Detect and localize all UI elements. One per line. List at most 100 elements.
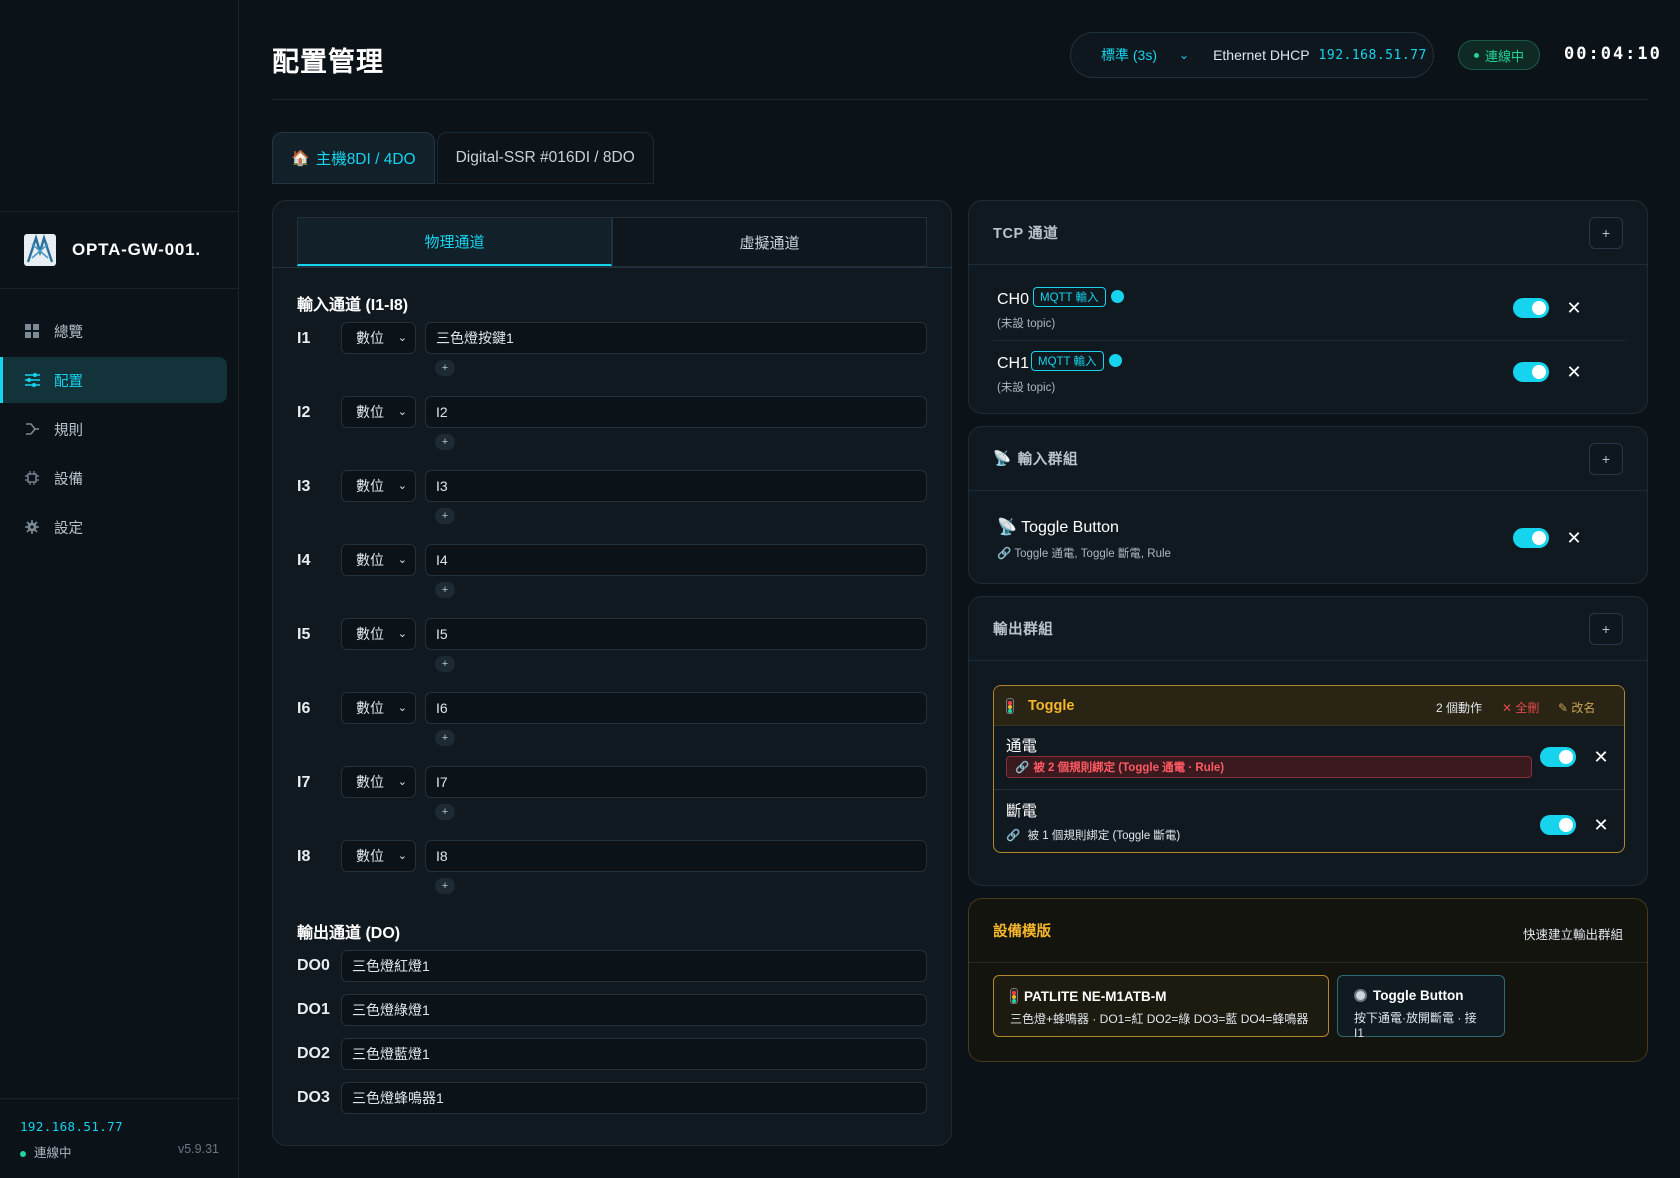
- tcp-channel-name: CH1: [997, 355, 1030, 372]
- input-name-field[interactable]: I2: [425, 396, 927, 428]
- input-group-bindings: 🔗 Toggle 通電, Toggle 斷電, Rule: [997, 545, 1171, 561]
- output-section-title: 輸出通道 (DO): [297, 925, 401, 942]
- sidebar-item-label: 設定: [54, 520, 83, 537]
- input-label: I3: [297, 478, 311, 495]
- add-output-group-button[interactable]: +: [1589, 613, 1623, 645]
- input-type-select[interactable]: 數位 ⌄: [341, 618, 416, 650]
- input-row: I3 數位 ⌄ I3 +: [297, 470, 927, 544]
- card-title: 輸出群組: [993, 622, 1054, 638]
- sidebar-item-config[interactable]: 配置: [0, 357, 227, 403]
- channel-panel: 物理通道 虛擬通道 輸入通道 (I1-I8) I1 數位 ⌄ 三色燈按鍵1 + I2 數位 ⌄…: [272, 200, 952, 1146]
- input-row: I8 數位 ⌄ I8 +: [297, 840, 927, 914]
- device-tabs: 🏠 主機8DI / 4DO Digital-SSR #016DI / 8DO: [272, 132, 656, 184]
- sidebar-item-label: 規則: [54, 422, 83, 439]
- input-type-select[interactable]: 數位 ⌄: [341, 470, 416, 502]
- tab-label: Digital-SSR #016DI / 8DO: [455, 149, 635, 166]
- tcp-enable-toggle[interactable]: [1513, 298, 1549, 318]
- output-name-field[interactable]: 三色燈蜂鳴器1: [341, 1082, 927, 1114]
- input-name-field[interactable]: I3: [425, 470, 927, 502]
- status-badge: 連線中: [1458, 40, 1540, 70]
- quick-create-label: 快速建立輸出群組: [1522, 928, 1623, 942]
- list-item: CH0 MQTT 輸入 (未設 topic) ✕: [993, 277, 1625, 341]
- sidebar-footer: 192.168.51.77 連線中 v5.9.31: [0, 1098, 239, 1178]
- add-button[interactable]: +: [435, 730, 455, 746]
- chevron-down-icon: ⌄: [397, 776, 407, 788]
- input-type-select[interactable]: 數位 ⌄: [341, 396, 416, 428]
- output-label: DO1: [297, 1001, 330, 1018]
- action-name: 斷電: [1006, 803, 1038, 820]
- delete-all-button[interactable]: ✕ 全刪: [1502, 699, 1539, 716]
- input-type-select[interactable]: 數位 ⌄: [341, 544, 416, 576]
- output-name-field[interactable]: 三色燈藍燈1: [341, 1038, 927, 1070]
- output-row: DO0 三色燈紅燈1: [297, 950, 927, 982]
- tcp-enable-toggle[interactable]: [1513, 362, 1549, 382]
- input-name-field[interactable]: I7: [425, 766, 927, 798]
- input-label: I1: [297, 330, 311, 347]
- input-type-select[interactable]: 數位 ⌄: [341, 766, 416, 798]
- close-icon[interactable]: ✕: [1565, 529, 1583, 547]
- input-group-bindings-text: Toggle 通電, Toggle 斷電, Rule: [1014, 548, 1171, 560]
- template-desc: 三色燈+蜂鳴器 · DO1=紅 DO2=綠 DO3=藍 DO4=蜂鳴器: [1010, 1012, 1309, 1026]
- add-button[interactable]: +: [435, 656, 455, 672]
- poll-mode-select[interactable]: 標準 (3s) ⌄: [1101, 45, 1189, 65]
- close-icon[interactable]: ✕: [1565, 299, 1583, 317]
- close-icon[interactable]: ✕: [1565, 363, 1583, 381]
- input-type-select[interactable]: 數位 ⌄: [341, 322, 416, 354]
- chevron-down-icon: ⌄: [397, 628, 407, 640]
- device-template-card: 設備模版 快速建立輸出群組 PATLITE NE-M1ATB-M 三色燈+蜂鳴器…: [968, 898, 1648, 1062]
- input-row: I2 數位 ⌄ I2 +: [297, 396, 927, 470]
- network-mode: Ethernet DHCP: [1213, 47, 1310, 63]
- add-button[interactable]: +: [435, 878, 455, 894]
- binding-warning: 🔗 被 2 個規則綁定 (Toggle 通電 · Rule): [1006, 756, 1532, 778]
- list-item: 斷電 🔗 被 1 個規則綁定 (Toggle 斷電) ✕: [994, 791, 1624, 852]
- add-input-group-button[interactable]: +: [1589, 443, 1623, 475]
- output-name-field[interactable]: 三色燈紅燈1: [341, 950, 927, 982]
- binding-text: 被 1 個規則綁定 (Toggle 斷電): [1027, 830, 1181, 842]
- tcp-channel-card: TCP 通道 + CH0 MQTT 輸入 (未設 topic) ✕ CH1 MQ…: [968, 200, 1648, 414]
- close-icon[interactable]: ✕: [1592, 816, 1610, 834]
- add-button[interactable]: +: [435, 582, 455, 598]
- action-toggle[interactable]: [1540, 815, 1576, 835]
- sidebar-item-label: 設備: [54, 471, 83, 488]
- add-tcp-button[interactable]: +: [1589, 217, 1623, 249]
- input-name-field[interactable]: I8: [425, 840, 927, 872]
- sidebar-item-overview[interactable]: 總覽: [0, 308, 227, 354]
- input-label: I7: [297, 774, 311, 791]
- rename-button[interactable]: ✎ 改名: [1558, 699, 1595, 716]
- chip-icon: [24, 470, 40, 486]
- sidebar-item-rules[interactable]: 規則: [0, 406, 227, 452]
- input-name-field[interactable]: 三色燈按鍵1: [425, 322, 927, 354]
- satellite-icon: 📡: [993, 451, 1012, 467]
- tab-ssr-device[interactable]: Digital-SSR #016DI / 8DO: [436, 132, 654, 184]
- mqtt-badge: MQTT 輸入: [1033, 287, 1106, 307]
- add-button[interactable]: +: [435, 804, 455, 820]
- action-toggle[interactable]: [1540, 747, 1576, 767]
- footer-status: 連線中: [20, 1142, 72, 1161]
- sidebar-item-settings[interactable]: 設定: [0, 504, 227, 550]
- page-title: 配置管理: [272, 47, 384, 77]
- template-patlite[interactable]: PATLITE NE-M1ATB-M 三色燈+蜂鳴器 · DO1=紅 DO2=綠…: [993, 975, 1329, 1037]
- sidebar-item-devices[interactable]: 設備: [0, 455, 227, 501]
- input-type-select[interactable]: 數位 ⌄: [341, 692, 416, 724]
- close-icon[interactable]: ✕: [1592, 748, 1610, 766]
- list-item: 通電 🔗 被 2 個規則綁定 (Toggle 通電 · Rule) ✕: [994, 726, 1624, 790]
- card-title: TCP 通道: [993, 226, 1059, 242]
- chevron-down-icon: ⌄: [397, 702, 407, 714]
- input-label: I2: [297, 404, 311, 421]
- input-type-select[interactable]: 數位 ⌄: [341, 840, 416, 872]
- add-button[interactable]: +: [435, 508, 455, 524]
- template-toggle-button[interactable]: Toggle Button 按下通電·放開斷電 · 接 I1: [1337, 975, 1505, 1040]
- tab-virtual-channels[interactable]: 虛擬通道: [612, 217, 927, 266]
- tab-main-device[interactable]: 🏠 主機8DI / 4DO: [272, 132, 435, 184]
- input-group-toggle[interactable]: [1513, 528, 1549, 548]
- add-button[interactable]: +: [435, 434, 455, 450]
- add-button[interactable]: +: [435, 360, 455, 376]
- tab-physical-channels[interactable]: 物理通道: [297, 217, 612, 266]
- input-name-field[interactable]: I4: [425, 544, 927, 576]
- input-name-field[interactable]: I5: [425, 618, 927, 650]
- footer-ip: 192.168.51.77: [20, 1119, 124, 1134]
- mqtt-badge: MQTT 輸入: [1031, 351, 1104, 371]
- input-name-field[interactable]: I6: [425, 692, 927, 724]
- output-name-field[interactable]: 三色燈綠燈1: [341, 994, 927, 1026]
- brand-name: OPTA-GW-001.: [72, 240, 201, 259]
